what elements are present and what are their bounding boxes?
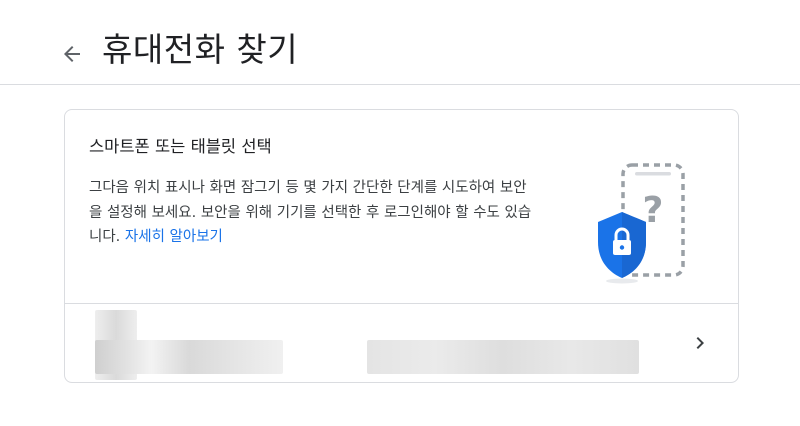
device-list-item[interactable] <box>65 304 738 382</box>
page-title: 휴대전화 찾기 <box>102 30 299 69</box>
card-description: 그다음 위치 표시나 화면 잠그기 등 몇 가지 간단한 단계를 시도하여 보안… <box>89 176 539 250</box>
card-title: 스마트폰 또는 태블릿 선택 <box>89 137 272 156</box>
arrow-back-icon <box>64 46 80 62</box>
device-details-redacted <box>367 340 639 374</box>
phone-shield-lock-icon: ? <box>598 163 685 284</box>
chevron-right-icon <box>696 337 704 349</box>
device-info-redacted <box>95 340 283 374</box>
back-button[interactable] <box>60 42 84 66</box>
page-header: 휴대전화 찾기 <box>0 0 800 85</box>
device-select-card: 스마트폰 또는 태블릿 선택 그다음 위치 표시나 화면 잠그기 등 몇 가지 … <box>64 109 739 383</box>
learn-more-link[interactable]: 자세히 알아보기 <box>125 229 223 245</box>
